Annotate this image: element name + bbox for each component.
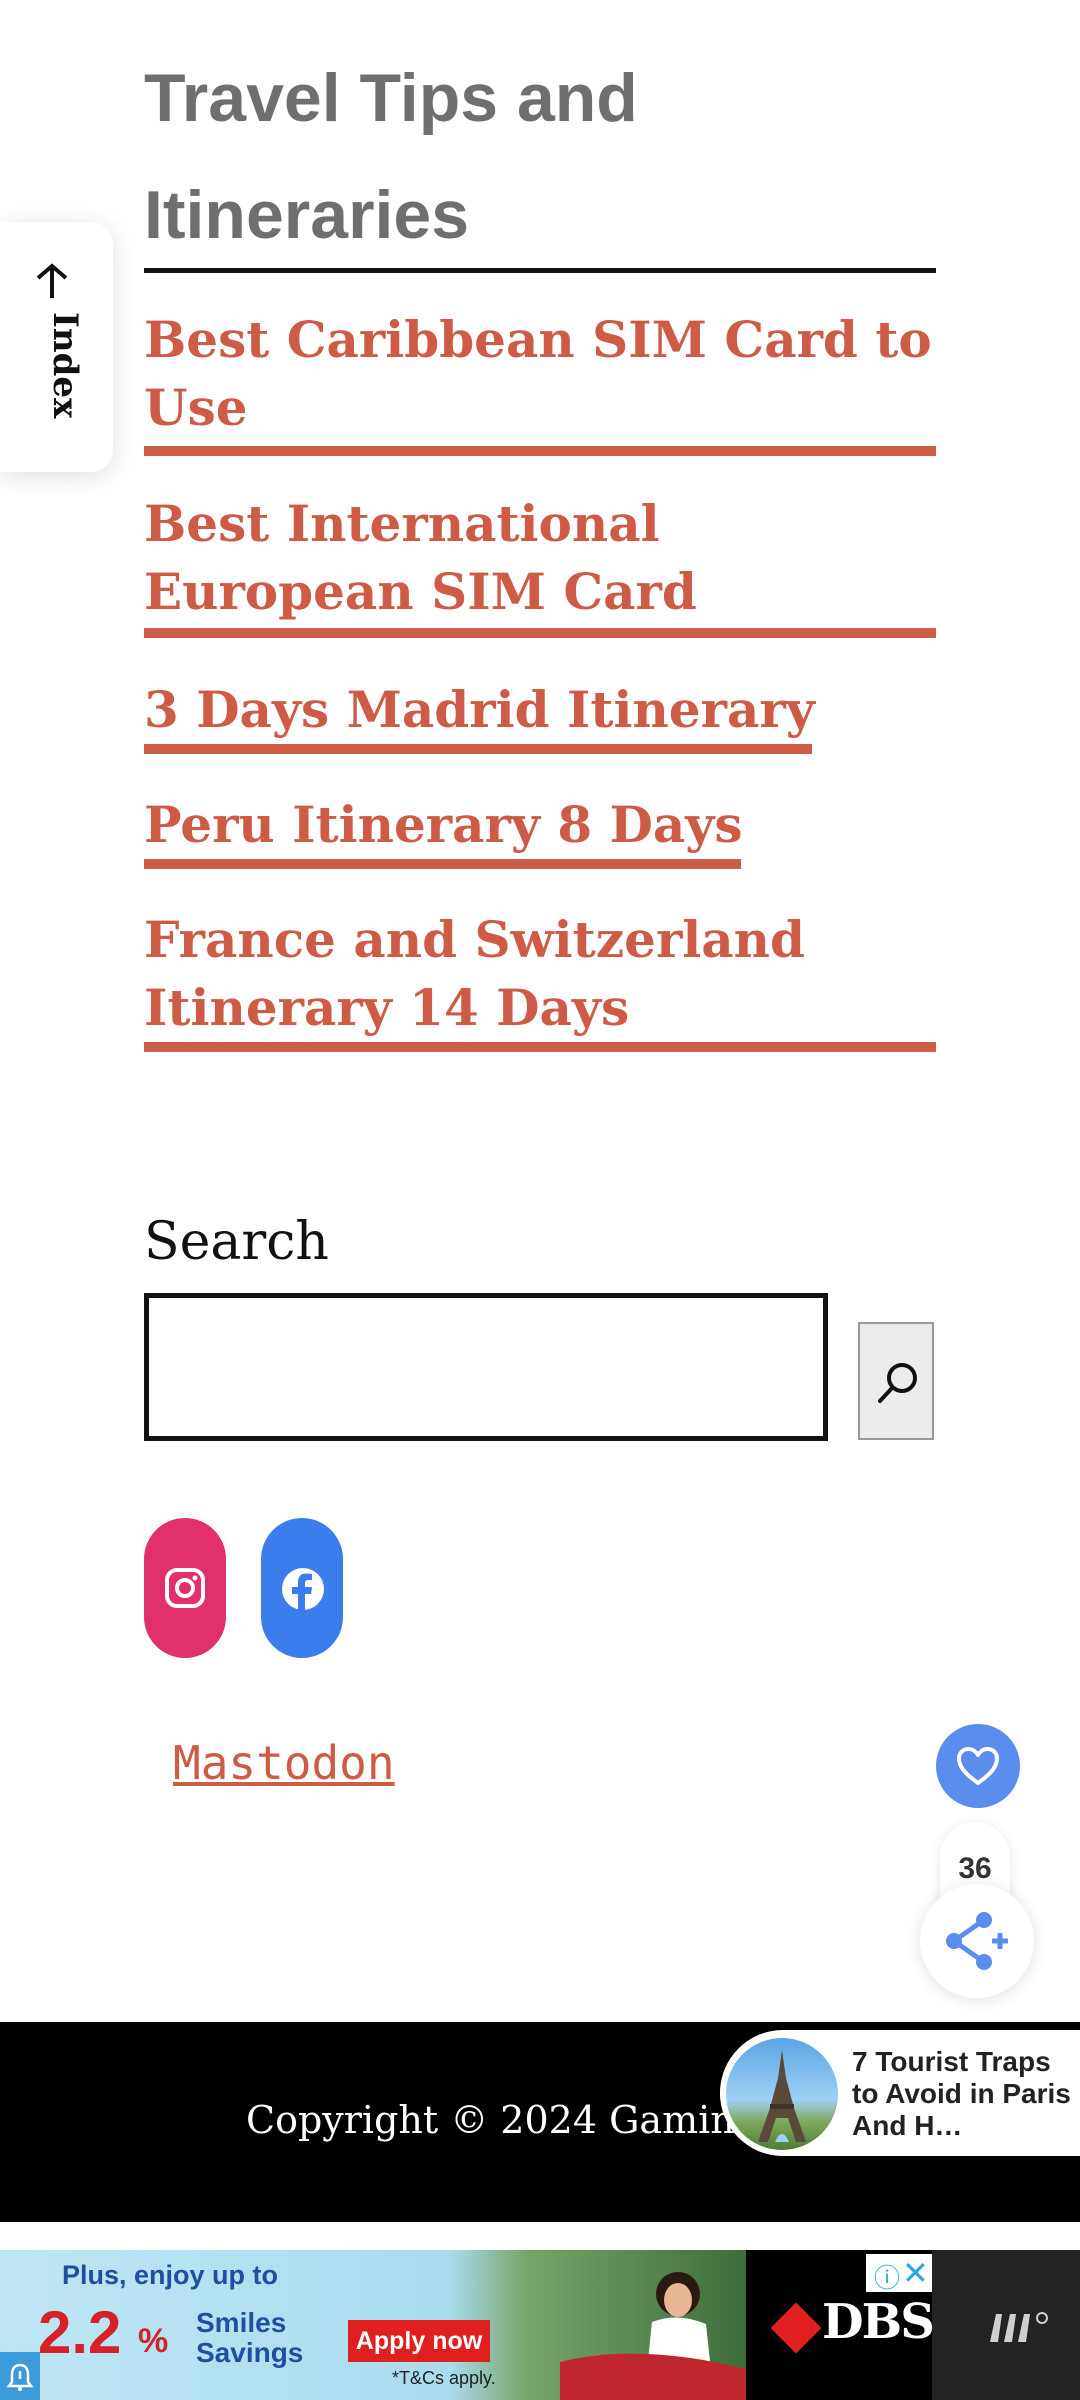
ad-banner[interactable]: Plus, enjoy up to 2.2 % Smiles Savings A… [0, 2250, 1080, 2400]
like-button[interactable] [936, 1724, 1020, 1808]
post-item[interactable]: Best Caribbean SIM Card to Use [144, 306, 936, 442]
ad-headline: Plus, enjoy up to [62, 2260, 279, 2290]
search-button[interactable] [858, 1322, 934, 1440]
post-underline [144, 1042, 936, 1052]
recommendation-card[interactable]: 7 Tourist Traps to Avoid in Paris And H… [720, 2030, 1080, 2156]
post-underline [144, 628, 936, 638]
post-link[interactable]: Best Caribbean SIM Card to Use [144, 310, 932, 437]
ad-close-button[interactable]: ⓘ ✕ [866, 2254, 932, 2293]
post-underline [144, 446, 936, 456]
ad-choices-button[interactable] [0, 2352, 40, 2400]
ad-creative[interactable]: Plus, enjoy up to 2.2 % Smiles Savings A… [0, 2250, 750, 2400]
eiffel-tower-thumbnail [726, 2038, 838, 2150]
ad-person-photo [560, 2272, 750, 2400]
instagram-icon [165, 1568, 205, 1608]
facebook-button[interactable] [261, 1518, 343, 1658]
share-icon [946, 1912, 1008, 1970]
index-tab[interactable]: Index [0, 222, 113, 472]
ad-smiles-text: Smiles Savings [196, 2307, 304, 2368]
post-item[interactable]: Best International European SIM Card [144, 490, 844, 626]
post-item[interactable]: France and Switzerland Itinerary 14 Days [144, 906, 936, 1042]
like-count-text: 36 [958, 1852, 992, 1885]
heart-icon [957, 1747, 999, 1785]
ad-terms: *T&Cs apply. [392, 2368, 496, 2388]
facebook-icon [282, 1568, 324, 1611]
search-icon [878, 1363, 917, 1403]
ad-apply-button[interactable]: Apply now [348, 2320, 490, 2362]
share-button[interactable] [920, 1884, 1034, 1998]
title-divider [144, 268, 936, 273]
post-link[interactable]: Peru Itinerary 8 Days [144, 795, 743, 854]
search-label: Search [144, 1212, 329, 1272]
ad-percent: % [138, 2322, 169, 2360]
ad-brand: DBS [822, 2294, 935, 2350]
post-item[interactable]: Peru Itinerary 8 Days [144, 791, 936, 859]
ad-info-icon: ⓘ [874, 2263, 901, 2293]
index-label: Index [45, 312, 85, 419]
post-link[interactable]: 3 Days Madrid Itinerary [144, 680, 815, 739]
instagram-button[interactable] [144, 1518, 226, 1658]
mastodon-link[interactable]: Mastodon [173, 1736, 395, 1790]
ad-bell-icon [6, 2363, 34, 2391]
arrow-up-icon [36, 263, 68, 298]
close-icon: ✕ [902, 2255, 929, 2291]
search-field[interactable] [149, 1298, 823, 1436]
ad-rate: 2.2 [38, 2299, 122, 2366]
post-underline [144, 859, 741, 869]
post-link[interactable]: France and Switzerland Itinerary 14 Days [144, 910, 805, 1037]
copyright-text: Copyright © 2024 Gamintra [246, 2098, 791, 2142]
ad-network-logo-icon [990, 2312, 1048, 2342]
recommendation-title: 7 Tourist Traps to Avoid in Paris And H… [852, 2046, 1071, 2141]
search-input[interactable] [144, 1293, 828, 1441]
post-item[interactable]: 3 Days Madrid Itinerary [144, 676, 936, 744]
post-link[interactable]: Best International European SIM Card [144, 494, 697, 621]
section-title: Travel Tips and Itineraries [144, 60, 638, 253]
post-underline [144, 744, 812, 754]
